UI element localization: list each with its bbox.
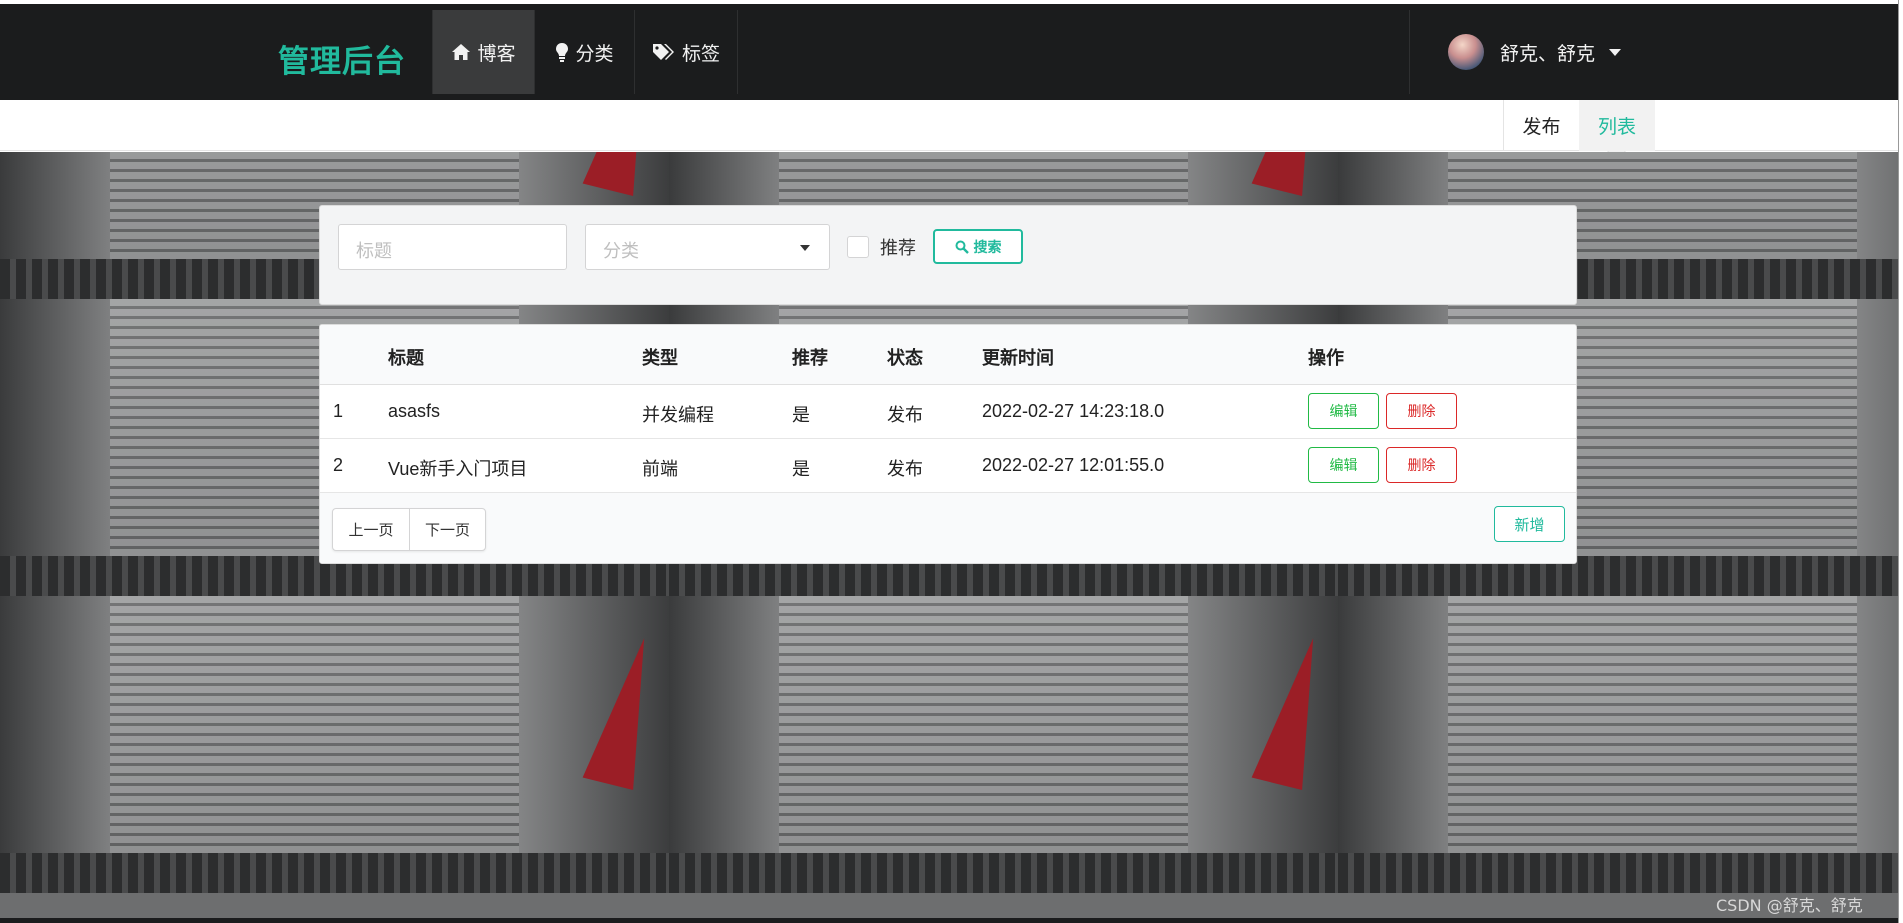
table-row: 2 Vue新手入门项目 前端 是 发布 2022-02-27 12:01:55.… <box>320 439 1576 493</box>
search-icon <box>955 240 969 254</box>
background-tile <box>1338 596 1898 893</box>
row-recommend: 是 <box>792 405 810 426</box>
sub-menu-publish[interactable]: 发布 <box>1503 100 1579 151</box>
dropdown-caret-icon <box>800 245 810 251</box>
delete-button[interactable]: 删除 <box>1386 447 1457 483</box>
row-title: Vue新手入门项目 <box>388 459 528 479</box>
nav-item-tags-label: 标签 <box>681 42 720 65</box>
category-select-placeholder: 分类 <box>603 241 639 262</box>
search-panel: 标题 分类 推荐 搜索 <box>319 205 1577 305</box>
home-icon <box>452 44 471 60</box>
bottom-edge <box>0 918 1898 923</box>
tags-icon <box>652 44 674 60</box>
search-button[interactable]: 搜索 <box>933 229 1023 264</box>
nav-item-category-label: 分类 <box>575 42 614 65</box>
header-actions: 操作 <box>1308 348 1344 369</box>
avatar <box>1448 34 1484 70</box>
delete-button[interactable]: 删除 <box>1386 393 1457 429</box>
table-header: 标题 类型 推荐 状态 更新时间 操作 <box>320 325 1576 385</box>
user-menu[interactable]: 舒克、舒克 <box>1448 34 1622 70</box>
edit-button[interactable]: 编辑 <box>1308 393 1379 429</box>
prev-page-button[interactable]: 上一页 <box>333 509 409 550</box>
sub-menu: 发布 列表 <box>0 100 1898 151</box>
category-select[interactable]: 分类 <box>585 224 830 270</box>
user-name: 舒克、舒克 <box>1500 42 1596 65</box>
row-status: 发布 <box>887 459 923 480</box>
caret-down-icon <box>1609 48 1622 56</box>
header-updated: 更新时间 <box>982 348 1054 369</box>
nav-item-blog-label: 博客 <box>477 42 516 65</box>
top-navbar: 管理后台 博客 分类 标签 舒克、舒克 <box>0 4 1898 100</box>
row-type: 前端 <box>642 459 678 480</box>
blog-table: 标题 类型 推荐 状态 更新时间 操作 1 asasfs 并发编程 是 发布 2… <box>319 324 1577 564</box>
row-title: asasfs <box>388 401 441 421</box>
edit-button[interactable]: 编辑 <box>1308 447 1379 483</box>
brand-title: 管理后台 <box>278 44 406 80</box>
row-updated: 2022-02-27 12:01:55.0 <box>982 455 1165 475</box>
search-button-label: 搜索 <box>973 239 1002 256</box>
row-updated: 2022-02-27 14:23:18.0 <box>982 401 1165 421</box>
title-input[interactable]: 标题 <box>338 224 567 270</box>
next-page-button[interactable]: 下一页 <box>409 509 485 550</box>
background-tile <box>0 596 669 893</box>
row-recommend: 是 <box>792 459 810 480</box>
header-recommend: 推荐 <box>792 348 828 369</box>
header-title: 标题 <box>388 348 424 369</box>
nav-item-tags[interactable]: 标签 <box>635 10 738 94</box>
watermark: CSDN @舒克、舒克 <box>1716 896 1863 915</box>
row-type: 并发编程 <box>642 405 714 426</box>
row-status: 发布 <box>887 405 923 426</box>
add-button[interactable]: 新增 <box>1494 506 1565 542</box>
recommend-checkbox[interactable] <box>847 236 869 258</box>
header-type: 类型 <box>642 348 678 369</box>
pagination: 上一页 下一页 <box>332 508 486 551</box>
nav-divider <box>1409 10 1410 94</box>
sub-menu-list[interactable]: 列表 <box>1579 100 1655 151</box>
table-row: 1 asasfs 并发编程 是 发布 2022-02-27 14:23:18.0… <box>320 385 1576 439</box>
nav-item-blog[interactable]: 博客 <box>432 10 535 94</box>
lightbulb-icon <box>556 43 569 62</box>
table-footer: 上一页 下一页 新增 <box>320 493 1576 563</box>
recommend-label: 推荐 <box>880 238 916 259</box>
nav-item-category[interactable]: 分类 <box>535 10 635 94</box>
window-scrollbar[interactable] <box>1898 0 1903 923</box>
header-status: 状态 <box>887 348 923 369</box>
background-tile <box>669 596 1338 893</box>
row-index: 2 <box>333 455 344 475</box>
row-index: 1 <box>333 401 344 421</box>
